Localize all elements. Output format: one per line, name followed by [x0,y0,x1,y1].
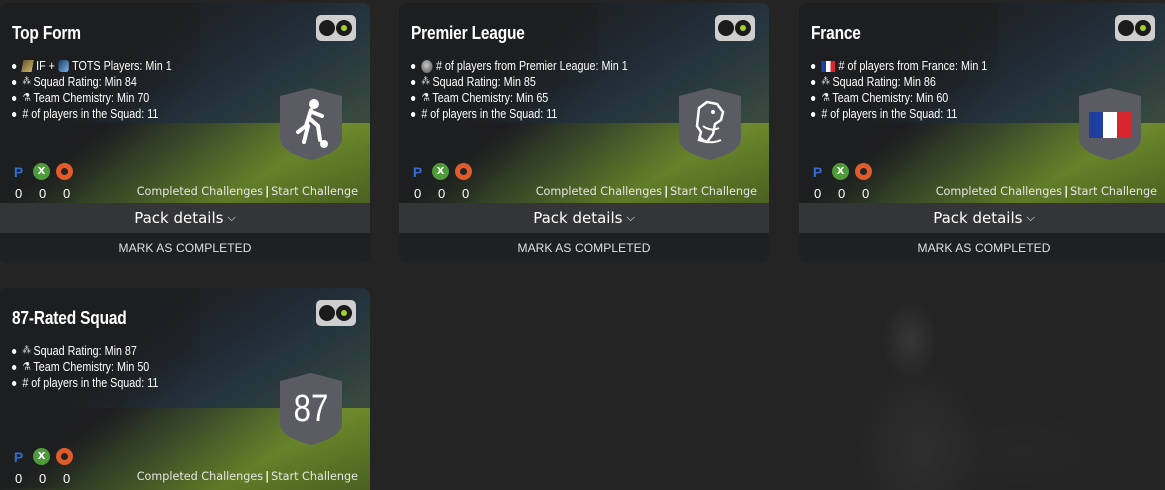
stars-icon: ⁂ [22,345,31,356]
challenge-card-87-rated-squad: 87-Rated Squad ⁂ Squad Rating: Min 87 ⚗ Te… [0,288,370,490]
xbox-icon: X [33,448,50,465]
completed-challenges-link[interactable]: Completed Challenges [936,185,1062,198]
chevron-down-icon: ⌵ [1026,211,1035,224]
start-challenge-link[interactable]: Start Challenge [670,185,757,198]
platform-icons: P X [409,163,472,180]
xbox-icon: X [432,163,449,180]
rating-badge-icon: 87 [278,371,344,447]
requirements-list: # of players from Premier League: Min 1 … [411,58,628,122]
france-flag-icon [821,60,836,72]
requirement-item: ⚗ Team Chemistry: Min 70 [12,90,172,106]
complete-toggle[interactable] [715,15,755,41]
requirement-item: ⁂ Squad Rating: Min 87 [12,343,158,359]
challenge-card-top-form: Top Form IF + TOTS Players: Min 1 ⁂ Squad … [0,3,370,263]
pack-details-button[interactable]: Pack details ⌵ [799,203,1165,233]
completed-challenges-link[interactable]: Completed Challenges [137,470,263,483]
tots-icon [58,60,69,72]
requirement-item: # of players in the Squad: 11 [12,375,158,391]
challenge-card-france: France # of players from France: Min 1 ⁂… [799,3,1165,263]
card-title: 87-Rated Squad [12,308,127,328]
mark-as-completed-button[interactable]: MARK AS COMPLETED [799,233,1165,263]
requirement-item: # of players in the Squad: 11 [12,106,172,122]
playstation-icon: P [13,163,24,180]
stars-icon: ⁂ [22,76,31,87]
playstation-icon: P [412,163,423,180]
start-challenge-link[interactable]: Start Challenge [1070,185,1157,198]
requirement-item: # of players from France: Min 1 [811,58,987,74]
chevron-down-icon: ⌵ [227,211,236,224]
challenge-card-premier-league: Premier League # of players from Premier… [399,3,769,263]
requirement-item: # of players in the Squad: 11 [411,106,628,122]
start-challenge-link[interactable]: Start Challenge [271,470,358,483]
pc-icon [855,163,872,180]
platform-counts: 0 0 0 [15,186,71,201]
platform-icons: P X [10,163,73,180]
flask-icon: ⚗ [22,361,31,373]
complete-toggle[interactable] [1115,15,1155,41]
requirement-item: ⚗ Team Chemistry: Min 65 [411,90,628,106]
platform-icons: P X [809,163,872,180]
playstation-icon: P [812,163,823,180]
chevron-down-icon: ⌵ [626,211,635,224]
platform-counts: 0 0 0 [814,186,870,201]
xbox-icon: X [832,163,849,180]
platform-counts: 0 0 0 [15,471,71,486]
requirement-item: ⚗ Team Chemistry: Min 50 [12,359,158,375]
stars-icon: ⁂ [421,76,430,87]
requirements-list: ⁂ Squad Rating: Min 87 ⚗ Team Chemistry: M… [12,343,158,391]
completed-challenges-link[interactable]: Completed Challenges [137,185,263,198]
requirement-item: ⁂ Squad Rating: Min 85 [411,74,628,90]
card-title: France [811,23,861,43]
requirement-item: # of players in the Squad: 11 [811,106,987,122]
card-title: Top Form [12,23,81,43]
france-flag-badge-icon [1077,86,1143,162]
flask-icon: ⚗ [421,92,430,104]
stars-icon: ⁂ [821,76,830,87]
requirement-item: ⁂ Squad Rating: Min 84 [12,74,172,90]
league-icon [421,59,433,73]
xbox-icon: X [33,163,50,180]
requirement-item: ⚗ Team Chemistry: Min 60 [811,90,987,106]
requirements-list: IF + TOTS Players: Min 1 ⁂ Squad Rating: M… [12,58,172,122]
flask-icon: ⚗ [821,92,830,104]
requirement-item: IF + TOTS Players: Min 1 [12,58,172,74]
complete-toggle[interactable] [316,300,356,326]
rating-badge-text: 87 [293,387,329,430]
requirement-item: # of players from Premier League: Min 1 [411,58,628,74]
complete-toggle[interactable] [316,15,356,41]
platform-icons: P X [10,448,73,465]
playstation-icon: P [13,448,24,465]
start-challenge-link[interactable]: Start Challenge [271,185,358,198]
pc-icon [56,448,73,465]
platform-counts: 0 0 0 [414,186,470,201]
requirements-list: # of players from France: Min 1 ⁂ Squad R… [811,58,987,122]
player-badge-icon [278,86,344,162]
pack-details-button[interactable]: Pack details ⌵ [399,203,769,233]
requirement-item: ⁂ Squad Rating: Min 86 [811,74,987,90]
pack-details-button[interactable]: Pack details ⌵ [0,203,370,233]
background-player-silhouette [820,300,1160,490]
mark-as-completed-button[interactable]: MARK AS COMPLETED [0,233,370,263]
premier-league-badge-icon [677,86,743,162]
pc-icon [56,163,73,180]
card-title: Premier League [411,23,525,43]
completed-challenges-link[interactable]: Completed Challenges [536,185,662,198]
mark-as-completed-button[interactable]: MARK AS COMPLETED [399,233,769,263]
flask-icon: ⚗ [22,92,31,104]
pc-icon [455,163,472,180]
if-icon [21,60,34,72]
